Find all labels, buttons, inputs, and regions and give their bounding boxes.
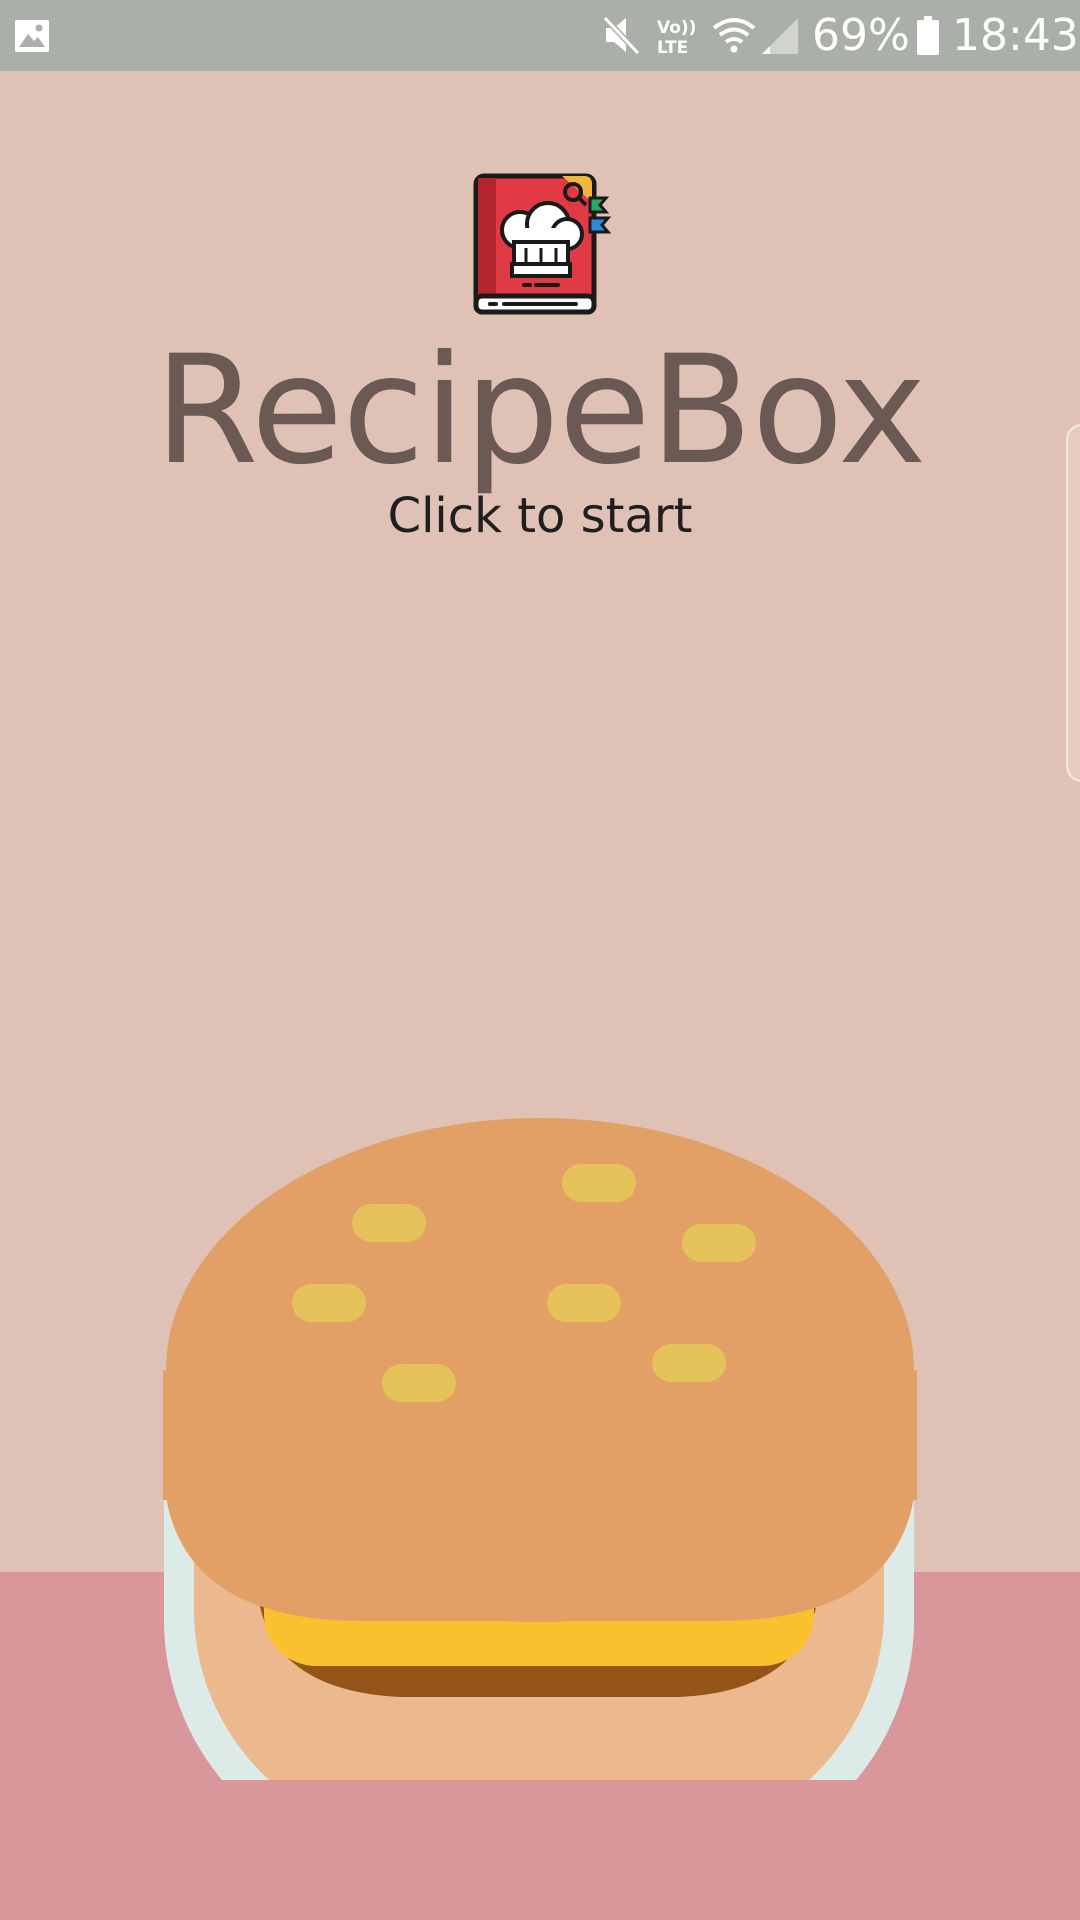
- signal-icon: [762, 18, 798, 54]
- sesame-seed: [682, 1224, 756, 1262]
- app-title: RecipeBox: [154, 324, 926, 498]
- svg-text:LTE: LTE: [657, 38, 688, 57]
- gallery-icon: [15, 20, 49, 52]
- battery-icon: [917, 16, 939, 55]
- start-prompt[interactable]: Click to start: [0, 486, 1080, 546]
- battery-percentage: 69%: [812, 10, 910, 61]
- sesame-seed: [652, 1344, 726, 1382]
- volte-icon: Vo)) LTE: [657, 18, 696, 57]
- sesame-seed: [382, 1364, 456, 1402]
- status-bar: Vo)) LTE 69% 18:43: [0, 0, 1080, 71]
- recipe-book-chef-hat-icon: [473, 173, 612, 315]
- sesame-seed: [562, 1164, 636, 1202]
- sesame-seed: [547, 1284, 621, 1322]
- clock: 18:43: [952, 10, 1079, 61]
- mute-icon: [602, 15, 641, 56]
- wifi-icon: [712, 18, 756, 53]
- sesame-seed: [292, 1284, 366, 1322]
- hamburger-illustration[interactable]: [160, 1100, 920, 1780]
- sesame-seed: [352, 1204, 426, 1242]
- svg-text:Vo)): Vo)): [657, 18, 696, 38]
